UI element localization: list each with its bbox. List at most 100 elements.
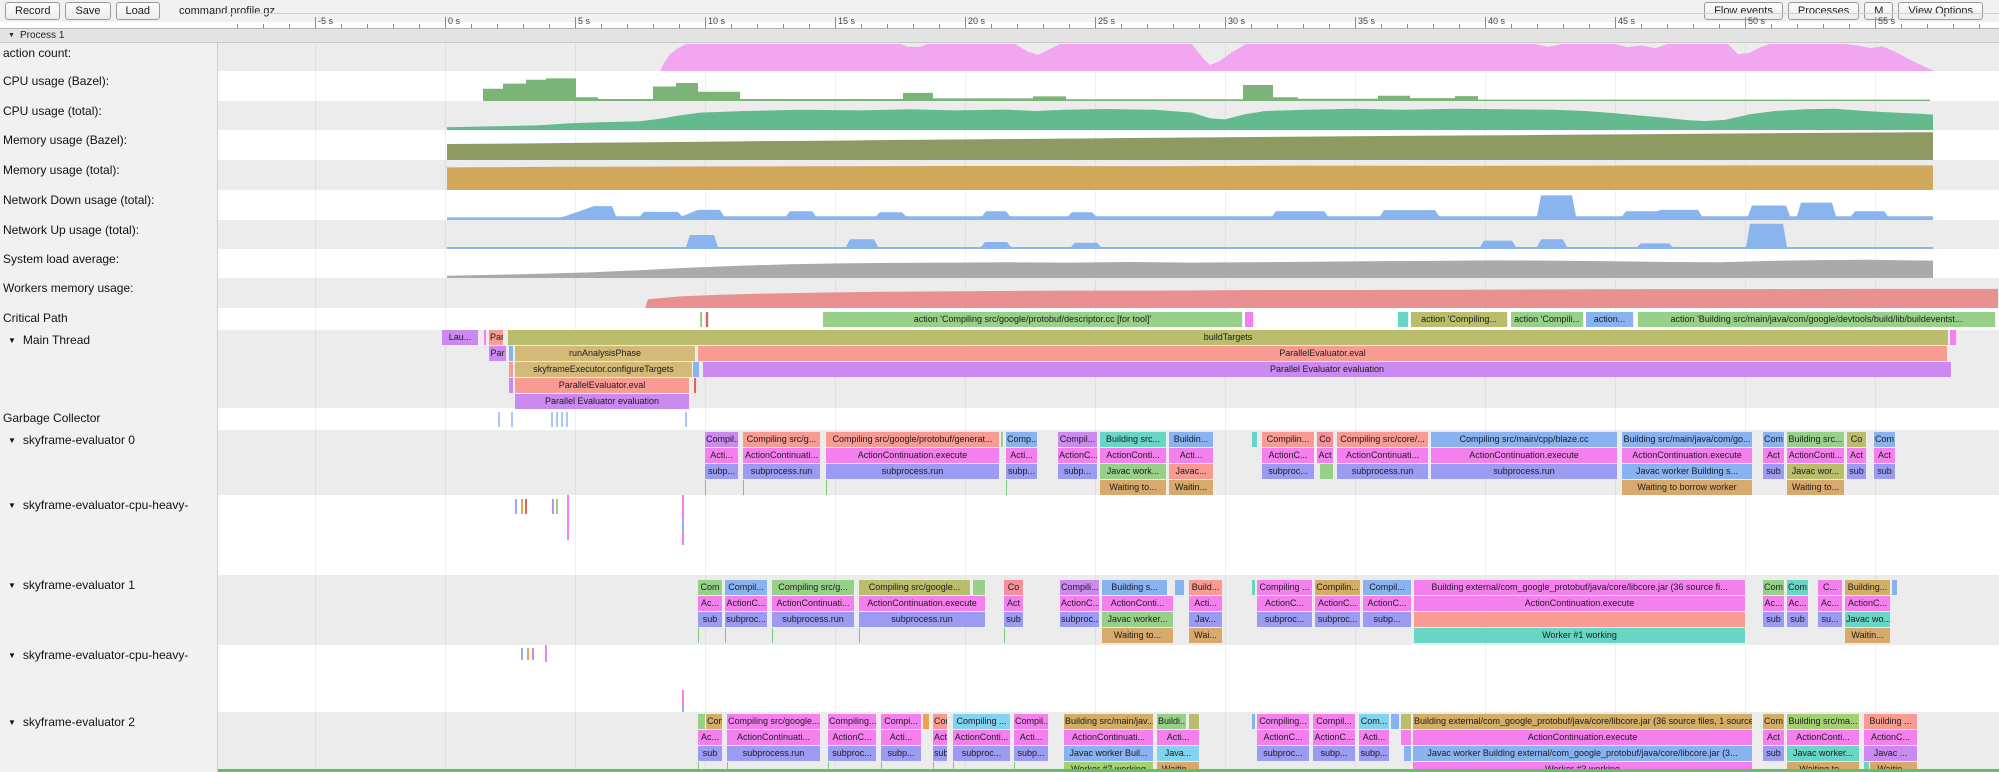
trace-segment[interactable] bbox=[1398, 312, 1409, 327]
event-tick[interactable] bbox=[682, 690, 684, 705]
trace-segment[interactable]: Javac wor... bbox=[1787, 464, 1845, 479]
trace-segment[interactable]: Jav... bbox=[1189, 612, 1223, 627]
event-tick[interactable] bbox=[515, 499, 517, 514]
trace-segment[interactable]: Compiling src/main/cpp/blaze.cc bbox=[1431, 432, 1618, 447]
trace-segment[interactable]: Act bbox=[1317, 448, 1334, 463]
trace-segment[interactable]: subp... bbox=[1363, 612, 1412, 627]
trace-segment[interactable]: C... bbox=[1818, 580, 1843, 595]
trace-segment[interactable]: Parallel Evaluator evaluation bbox=[703, 362, 1952, 377]
trace-segment[interactable]: Javac wo... bbox=[1845, 612, 1891, 627]
trace-segment[interactable]: Building external/com_google_protobuf/ja… bbox=[1414, 580, 1746, 595]
trace-segment[interactable]: Com bbox=[1874, 432, 1896, 447]
trace-segment[interactable]: Com bbox=[1787, 580, 1809, 595]
trace-segment[interactable]: Building src/main/java/com/go... bbox=[1622, 432, 1753, 447]
trace-segment[interactable]: Com... bbox=[1359, 714, 1390, 729]
event-tick[interactable] bbox=[527, 648, 529, 660]
trace-segment[interactable]: Acti... bbox=[1014, 730, 1049, 745]
collapse-arrow-icon[interactable]: ▼ bbox=[8, 651, 16, 660]
trace-segment[interactable] bbox=[509, 346, 514, 361]
trace-segment[interactable]: su... bbox=[1818, 612, 1843, 627]
event-tick[interactable] bbox=[532, 648, 534, 660]
trace-segment[interactable]: Lau... bbox=[442, 330, 479, 345]
event-tick[interactable] bbox=[521, 499, 523, 514]
trace-segment[interactable] bbox=[1252, 714, 1256, 729]
trace-segment[interactable]: Javac work... bbox=[1100, 464, 1167, 479]
trace-segment[interactable]: Par bbox=[489, 346, 507, 361]
trace-segment[interactable]: ActionC... bbox=[1363, 596, 1412, 611]
usage-chart[interactable] bbox=[0, 130, 1999, 160]
trace-segment[interactable]: subprocess.run bbox=[1337, 464, 1429, 479]
trace-segment[interactable]: Compiling src/google/protobuf/generat... bbox=[826, 432, 1000, 447]
trace-segment[interactable]: sub bbox=[1874, 464, 1896, 479]
event-tick[interactable] bbox=[552, 499, 554, 514]
trace-segment[interactable]: subproc... bbox=[1060, 612, 1100, 627]
trace-segment[interactable] bbox=[693, 362, 700, 377]
trace-segment[interactable]: ParallelEvaluator.eval bbox=[515, 378, 690, 393]
trace-segment[interactable]: Co bbox=[1317, 432, 1334, 447]
trace-segment[interactable]: ActionContinuation.execute bbox=[826, 448, 1000, 463]
trace-segment[interactable]: Building external/com_google_protobuf/ja… bbox=[1413, 714, 1753, 729]
trace-segment[interactable]: Ac... bbox=[1818, 596, 1843, 611]
event-tick[interactable] bbox=[556, 412, 558, 427]
trace-segment[interactable]: ActionC... bbox=[1060, 596, 1100, 611]
process-header[interactable]: ▼Process 1 bbox=[0, 28, 1999, 43]
event-tick[interactable] bbox=[682, 705, 684, 712]
trace-segment[interactable]: subproc... bbox=[1262, 464, 1315, 479]
trace-segment[interactable]: Building src... bbox=[1787, 432, 1845, 447]
trace-segment[interactable]: Com bbox=[698, 580, 723, 595]
track-label-network-down-usage-total-[interactable]: Network Down usage (total): bbox=[3, 193, 154, 207]
trace-segment[interactable] bbox=[706, 312, 709, 327]
trace-segment[interactable]: Compil... bbox=[1058, 432, 1098, 447]
usage-chart[interactable] bbox=[0, 190, 1999, 220]
trace-segment[interactable]: Compili... bbox=[1060, 580, 1100, 595]
trace-segment[interactable]: action 'Building src/main/java/com/googl… bbox=[1638, 312, 1996, 327]
trace-segment[interactable]: ActionC... bbox=[1262, 448, 1315, 463]
trace-segment[interactable]: subprocess.run bbox=[826, 464, 1000, 479]
trace-segment[interactable] bbox=[1414, 612, 1746, 627]
track-label-skyframe-evaluator-1[interactable]: ▼skyframe-evaluator 1 bbox=[8, 578, 135, 592]
trace-segment[interactable]: Acti... bbox=[705, 448, 739, 463]
trace-segment[interactable]: Com bbox=[933, 714, 948, 729]
event-tick[interactable] bbox=[521, 648, 523, 660]
usage-chart[interactable] bbox=[0, 249, 1999, 278]
trace-segment[interactable]: ActionContinuati... bbox=[743, 448, 821, 463]
trace-segment[interactable]: sub bbox=[1763, 464, 1785, 479]
trace-segment[interactable] bbox=[700, 312, 703, 327]
trace-segment[interactable]: subp... bbox=[705, 464, 739, 479]
trace-segment[interactable]: sub bbox=[698, 612, 723, 627]
trace-segment[interactable] bbox=[509, 378, 514, 393]
track-label-memory-usage-total-[interactable]: Memory usage (total): bbox=[3, 163, 120, 177]
trace-segment[interactable]: ActionContinuati... bbox=[1064, 730, 1154, 745]
trace-segment[interactable]: Acti... bbox=[1359, 730, 1390, 745]
track-label-garbage-collector[interactable]: Garbage Collector bbox=[3, 411, 100, 425]
trace-segment[interactable]: Compil... bbox=[705, 432, 739, 447]
trace-segment[interactable]: ActionC... bbox=[828, 730, 877, 745]
trace-segment[interactable]: sub bbox=[1763, 746, 1785, 761]
trace-segment[interactable]: Waiting to... bbox=[1787, 480, 1845, 495]
trace-segment[interactable]: Build... bbox=[1189, 580, 1223, 595]
event-tick[interactable] bbox=[561, 412, 563, 427]
trace-segment[interactable]: Acti... bbox=[1169, 448, 1214, 463]
trace-segment[interactable] bbox=[923, 714, 930, 729]
trace-segment[interactable]: skyframeExecutor.configureTargets bbox=[515, 362, 693, 377]
trace-segment[interactable]: ActionContinuation.execute bbox=[1622, 448, 1753, 463]
trace-segment[interactable]: runAnalysisPhase bbox=[515, 346, 696, 361]
trace-segment[interactable]: Compil... bbox=[725, 580, 768, 595]
trace-segment[interactable] bbox=[1401, 730, 1412, 745]
trace-segment[interactable] bbox=[973, 580, 986, 595]
trace-segment[interactable]: Worker #1 working bbox=[1414, 628, 1746, 643]
track-label-critical-path[interactable]: Critical Path bbox=[3, 311, 68, 325]
trace-segment[interactable]: Compil... bbox=[1014, 714, 1049, 729]
trace-segment[interactable]: Compilin... bbox=[1315, 580, 1361, 595]
trace-segment[interactable] bbox=[1252, 580, 1256, 595]
trace-segment[interactable]: Com bbox=[1763, 714, 1785, 729]
trace-segment[interactable]: subproc... bbox=[1315, 612, 1361, 627]
trace-segment[interactable]: Ac... bbox=[698, 596, 723, 611]
event-tick[interactable] bbox=[556, 499, 558, 514]
collapse-arrow-icon[interactable]: ▼ bbox=[8, 436, 16, 445]
trace-segment[interactable]: Act bbox=[1847, 448, 1867, 463]
trace-segment[interactable]: Acti... bbox=[1006, 448, 1038, 463]
usage-chart[interactable] bbox=[0, 160, 1999, 190]
trace-segment[interactable]: ActionConti... bbox=[1787, 448, 1845, 463]
trace-segment[interactable]: Acti... bbox=[1157, 730, 1200, 745]
